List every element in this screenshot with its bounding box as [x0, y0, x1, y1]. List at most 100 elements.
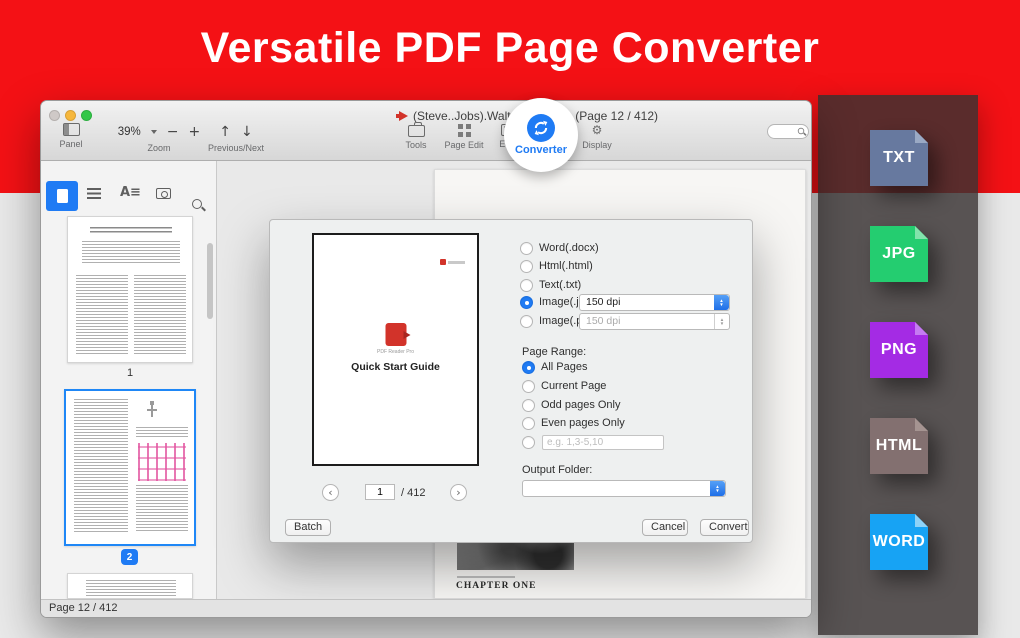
format-option-html[interactable]: Html(.html)	[520, 258, 593, 274]
range-option-all[interactable]: All Pages	[522, 359, 587, 375]
badge-png-label: PNG	[881, 341, 917, 359]
search-icon	[798, 128, 804, 134]
tools-button[interactable]: Tools	[393, 123, 439, 150]
badge-html-label: HTML	[876, 437, 922, 455]
range-option-custom[interactable]	[522, 434, 535, 450]
window-content: A≡ 1 2	[41, 161, 811, 599]
badge-html: HTML	[870, 418, 928, 474]
custom-range-input[interactable]	[542, 435, 664, 450]
figure-icon	[138, 443, 186, 481]
badge-jpg: JPG	[870, 226, 928, 282]
badge-word: WORD	[870, 514, 928, 570]
page-fold-icon	[915, 418, 928, 431]
zoom-out-button[interactable]: −	[167, 125, 179, 139]
page-edit-button[interactable]: Page Edit	[439, 123, 489, 150]
radio-selected-icon[interactable]	[520, 296, 533, 309]
converter-label: Converter	[515, 144, 567, 156]
range-option-even[interactable]: Even pages Only	[522, 415, 625, 431]
format-option-word[interactable]: Word(.docx)	[520, 240, 599, 256]
format-option-text[interactable]: Text(.txt)	[520, 277, 581, 293]
radio-icon[interactable]	[522, 399, 535, 412]
page-range-label: Page Range:	[522, 346, 586, 358]
titlebar: (Steve..Jobs).Walter.Isaacson (Page 12 /…	[41, 101, 811, 161]
thumbnail-page-2[interactable]	[64, 389, 196, 546]
range-option-odd[interactable]: Odd pages Only	[522, 397, 621, 413]
search-input[interactable]	[767, 124, 809, 139]
preview-logo-caption: PDF Reader Pro	[314, 349, 477, 355]
thumbnail-2-number: 2	[121, 549, 138, 565]
radio-selected-icon[interactable]	[522, 361, 535, 374]
radio-icon[interactable]	[522, 417, 535, 430]
thumbnail-sidebar: A≡ 1 2	[41, 161, 217, 599]
app-window: (Steve..Jobs).Walter.Isaacson (Page 12 /…	[40, 100, 812, 618]
batch-button[interactable]: Batch	[285, 519, 331, 536]
minimize-button[interactable]	[65, 110, 76, 121]
thumbnail-scrollbar[interactable]	[207, 243, 213, 319]
tab-annotations[interactable]: A≡	[120, 185, 141, 200]
badge-txt: TXT	[870, 130, 928, 186]
pager-page-input[interactable]	[365, 484, 395, 500]
badge-jpg-label: JPG	[882, 245, 916, 263]
zoom-window-button[interactable]	[81, 110, 92, 121]
document-icon	[399, 111, 408, 121]
png-dpi-select: 150 dpi ▲▼	[579, 313, 730, 330]
panel-icon	[63, 123, 80, 136]
output-folder-label: Output Folder:	[522, 464, 592, 476]
thumbnail-1-number: 1	[67, 367, 193, 379]
grid-icon	[458, 124, 471, 137]
range-option-current[interactable]: Current Page	[522, 378, 606, 394]
tab-outline[interactable]	[87, 188, 101, 199]
badge-png: PNG	[870, 322, 928, 378]
tab-search[interactable]	[192, 199, 202, 209]
thumbnail-page-3[interactable]	[67, 573, 193, 599]
convert-button[interactable]: Convert	[700, 519, 749, 536]
stepper-icon[interactable]: ▲▼	[710, 481, 725, 496]
page-fold-icon	[915, 130, 928, 143]
banner-title: Versatile PDF Page Converter	[0, 24, 1020, 73]
jpg-dpi-select[interactable]: 150 dpi ▲▼	[579, 294, 730, 311]
chapter-heading: CHAPTER ONE	[456, 581, 536, 591]
thumbnail-page-1[interactable]	[67, 216, 193, 363]
pager-previous-button[interactable]: ‹	[322, 484, 339, 501]
badge-txt-label: TXT	[883, 149, 915, 167]
close-button[interactable]	[49, 110, 60, 121]
radio-icon[interactable]	[520, 242, 533, 255]
prev-next-controls: ↑ ↓ Previous/Next	[191, 123, 281, 153]
tab-snapshot[interactable]	[156, 188, 171, 199]
tab-thumbnails[interactable]	[46, 181, 78, 211]
radio-icon[interactable]	[520, 260, 533, 273]
pdf-reader-pro-icon	[385, 323, 406, 346]
page-icon	[57, 189, 68, 203]
photo-caption	[457, 576, 515, 578]
radio-icon[interactable]	[522, 436, 535, 449]
pager-next-button[interactable]: ›	[450, 484, 467, 501]
radio-icon[interactable]	[522, 380, 535, 393]
pager-total: / 412	[401, 487, 425, 499]
pdf-logo-badge	[440, 259, 465, 265]
panel-button[interactable]: Panel	[49, 123, 93, 149]
page-fold-icon	[915, 226, 928, 239]
output-folder-select[interactable]: ▲▼	[522, 480, 726, 497]
preview-page: PDF Reader Pro Quick Start Guide	[312, 233, 479, 466]
cancel-button[interactable]: Cancel	[642, 519, 688, 536]
screenshot-root: Versatile PDF Page Converter TXT JPG PNG…	[0, 0, 1020, 638]
radio-icon[interactable]	[520, 315, 533, 328]
stepper-icon[interactable]: ▲▼	[714, 295, 729, 310]
figure-icon	[144, 401, 170, 423]
chevron-down-icon[interactable]	[151, 130, 157, 137]
converter-button[interactable]: Converter	[504, 98, 578, 172]
pdf-logo-icon	[440, 259, 446, 265]
sync-arrows-icon	[527, 114, 555, 142]
toolbox-icon	[408, 125, 425, 137]
zoom-value[interactable]: 39%	[118, 126, 141, 138]
status-bar: Page 12 / 412	[41, 599, 811, 617]
page-fold-icon	[915, 514, 928, 527]
stepper-icon: ▲▼	[714, 314, 729, 329]
converter-dialog: PDF Reader Pro Quick Start Guide ‹ / 412…	[269, 219, 753, 543]
previous-page-button[interactable]: ↑	[219, 124, 231, 140]
radio-icon[interactable]	[520, 279, 533, 292]
page-fold-icon	[915, 322, 928, 335]
preview-title: Quick Start Guide	[314, 361, 477, 373]
next-page-button[interactable]: ↓	[241, 124, 253, 140]
badge-word-label: WORD	[873, 533, 926, 551]
